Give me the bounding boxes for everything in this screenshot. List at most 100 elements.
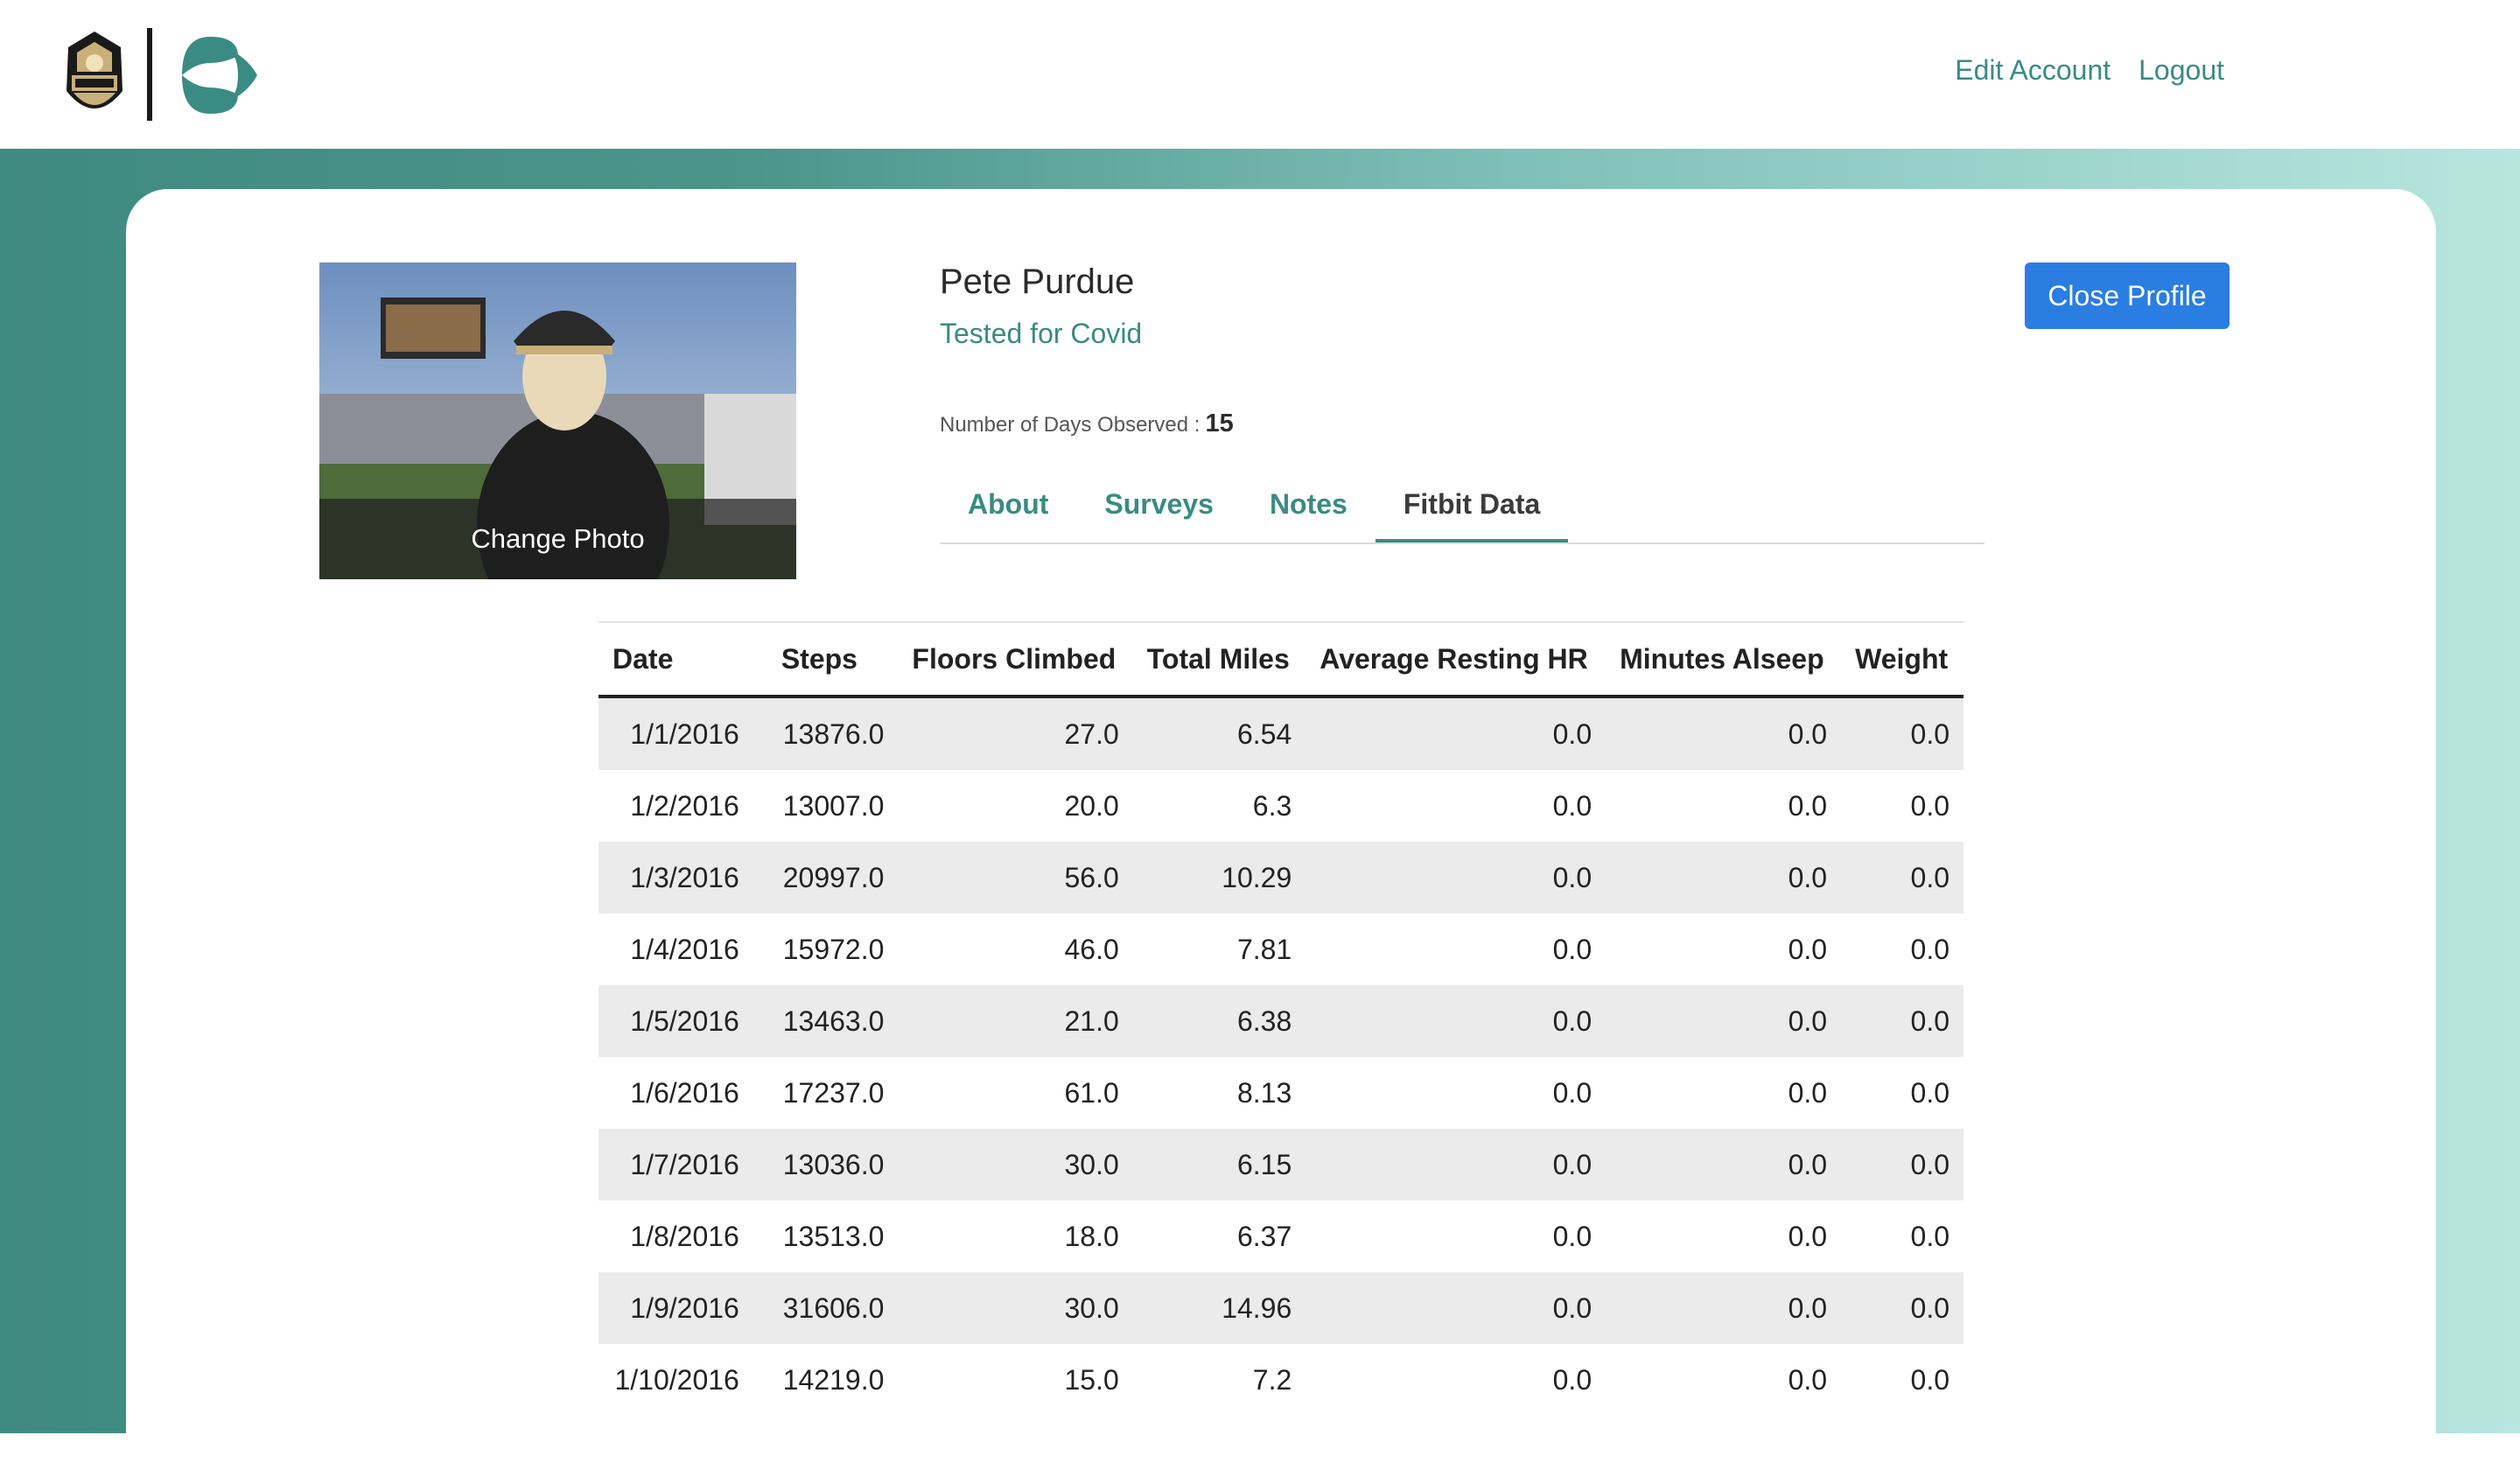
table-cell: 0.0 (1841, 1200, 1964, 1272)
table-cell: 14.96 (1132, 1272, 1306, 1344)
column-header: Weight (1841, 621, 1964, 698)
table-cell: 1/4/2016 (598, 914, 767, 985)
column-header: Total Miles (1132, 621, 1306, 698)
table-cell: 6.37 (1132, 1200, 1306, 1272)
table-cell: 1/5/2016 (598, 985, 767, 1057)
days-observed-value: 15 (1205, 410, 1234, 438)
days-observed-label: Number of Days Observed : (940, 413, 1200, 437)
table-cell: 1/2/2016 (598, 770, 767, 842)
table-cell: 0.0 (1306, 1200, 1606, 1272)
table-body: 1/1/2016 13876.0 27.0 6.54 0.0 0.0 0.0 1/2/2016… (598, 696, 1964, 1416)
table-cell: 0.0 (1841, 1057, 1964, 1129)
table-cell: 0.0 (1841, 696, 1964, 770)
table-row: 1/3/2016 20997.0 56.0 10.29 0.0 0.0 0.0 (598, 842, 1964, 914)
column-header: Floors Climbed (898, 621, 1133, 698)
column-header: Average Resting HR (1306, 621, 1606, 698)
table-cell: 31606.0 (766, 1272, 899, 1344)
table-cell: 1/10/2016 (598, 1344, 767, 1416)
column-header: Minutes Alseep (1606, 621, 1842, 698)
table-cell: 21.0 (898, 985, 1133, 1057)
table-cell: 0.0 (1306, 842, 1606, 914)
table-cell: 15.0 (898, 1344, 1133, 1416)
table-cell: 0.0 (1606, 770, 1842, 842)
table-cell: 8.13 (1132, 1057, 1306, 1129)
table-cell: 6.54 (1132, 696, 1306, 770)
table-cell: 10.29 (1132, 842, 1306, 914)
tab-fitbit-data[interactable]: Fitbit Data (1375, 472, 1569, 542)
table-cell: 13463.0 (766, 985, 899, 1057)
table-cell: 0.0 (1606, 985, 1842, 1057)
table-cell: 56.0 (898, 842, 1133, 914)
table-cell: 1/9/2016 (598, 1272, 767, 1344)
edit-account-link[interactable]: Edit Account (1955, 54, 2110, 87)
table-cell: 0.0 (1606, 696, 1842, 770)
table-cell: 0.0 (1606, 1272, 1842, 1344)
covid-status: Tested for Covid (940, 318, 1143, 349)
table-cell: 18.0 (898, 1200, 1133, 1272)
table-cell: 13036.0 (766, 1129, 899, 1200)
table-cell: 27.0 (898, 696, 1133, 770)
purdue-pete-logo-icon (66, 28, 257, 121)
close-profile-button[interactable]: Close Profile (2025, 262, 2230, 329)
column-header: Date (598, 621, 767, 698)
profile-name: Pete Purdue (940, 262, 1135, 301)
table-cell: 1/7/2016 (598, 1129, 767, 1200)
table-cell: 0.0 (1841, 1272, 1964, 1344)
table-cell: 1/8/2016 (598, 1200, 767, 1272)
table-cell: 0.0 (1306, 914, 1606, 985)
table-cell: 6.15 (1132, 1129, 1306, 1200)
table-cell: 6.3 (1132, 770, 1306, 842)
account-nav: Edit Account Logout (1955, 54, 2224, 87)
table-row: 1/10/2016 14219.0 15.0 7.2 0.0 0.0 0.0 (598, 1344, 1964, 1416)
tab-about[interactable]: About (940, 472, 1076, 541)
table-cell: 0.0 (1306, 770, 1606, 842)
table-cell: 0.0 (1306, 1129, 1606, 1200)
tab-notes[interactable]: Notes (1242, 472, 1376, 541)
profile-tabs: About Surveys Notes Fitbit Data (940, 472, 1984, 544)
table-cell: 0.0 (1306, 1272, 1606, 1344)
table-cell: 1/3/2016 (598, 842, 767, 914)
table-cell: 6.38 (1132, 985, 1306, 1057)
table-cell: 13513.0 (766, 1200, 899, 1272)
table-cell: 20997.0 (766, 842, 899, 914)
table-cell: 0.0 (1841, 1344, 1964, 1416)
table-cell: 1/6/2016 (598, 1057, 767, 1129)
table-cell: 15972.0 (766, 914, 899, 985)
table-row: 1/4/2016 15972.0 46.0 7.81 0.0 0.0 0.0 (598, 914, 1964, 985)
table-cell: 14219.0 (766, 1344, 899, 1416)
logout-link[interactable]: Logout (2138, 54, 2224, 87)
table-cell: 0.0 (1606, 842, 1842, 914)
profile-photo[interactable]: Change Photo (319, 262, 796, 579)
interlocking-circles-logo-icon (182, 37, 257, 114)
table-cell: 0.0 (1606, 1129, 1842, 1200)
table-cell: 0.0 (1841, 842, 1964, 914)
table-cell: 20.0 (898, 770, 1133, 842)
table-cell: 7.81 (1132, 914, 1306, 985)
table-cell: 30.0 (898, 1129, 1133, 1200)
table-cell: 0.0 (1841, 1129, 1964, 1200)
brand-logos[interactable] (52, 21, 262, 126)
table-cell: 7.2 (1132, 1344, 1306, 1416)
fitbit-data-table: Date Steps Floors Climbed Total Miles Averag… (598, 621, 1964, 1416)
table-row: 1/6/2016 17237.0 61.0 8.13 0.0 0.0 0.0 (598, 1057, 1964, 1129)
table-cell: 0.0 (1306, 1057, 1606, 1129)
table-cell: 0.0 (1606, 1344, 1842, 1416)
table-row: 1/2/2016 13007.0 20.0 6.3 0.0 0.0 0.0 (598, 770, 1964, 842)
table-header-row: Date Steps Floors Climbed Total Miles Averag… (598, 621, 1964, 698)
top-header: Edit Account Logout (0, 0, 2520, 149)
table-cell: 0.0 (1841, 985, 1964, 1057)
table-cell: 0.0 (1306, 696, 1606, 770)
change-photo-button[interactable]: Change Photo (319, 499, 796, 579)
table-cell: 13007.0 (766, 770, 899, 842)
table-cell: 0.0 (1841, 770, 1964, 842)
table-row: 1/8/2016 13513.0 18.0 6.37 0.0 0.0 0.0 (598, 1200, 1964, 1272)
days-observed: Number of Days Observed :15 (940, 410, 1234, 438)
table-cell: 0.0 (1841, 914, 1964, 985)
column-header: Steps (766, 621, 899, 698)
table-row: 1/9/2016 31606.0 30.0 14.96 0.0 0.0 0.0 (598, 1272, 1964, 1344)
table-cell: 17237.0 (766, 1057, 899, 1129)
table-row: 1/5/2016 13463.0 21.0 6.38 0.0 0.0 0.0 (598, 985, 1964, 1057)
table-cell: 13876.0 (766, 696, 899, 770)
table-cell: 0.0 (1306, 1344, 1606, 1416)
tab-surveys[interactable]: Surveys (1076, 472, 1242, 541)
